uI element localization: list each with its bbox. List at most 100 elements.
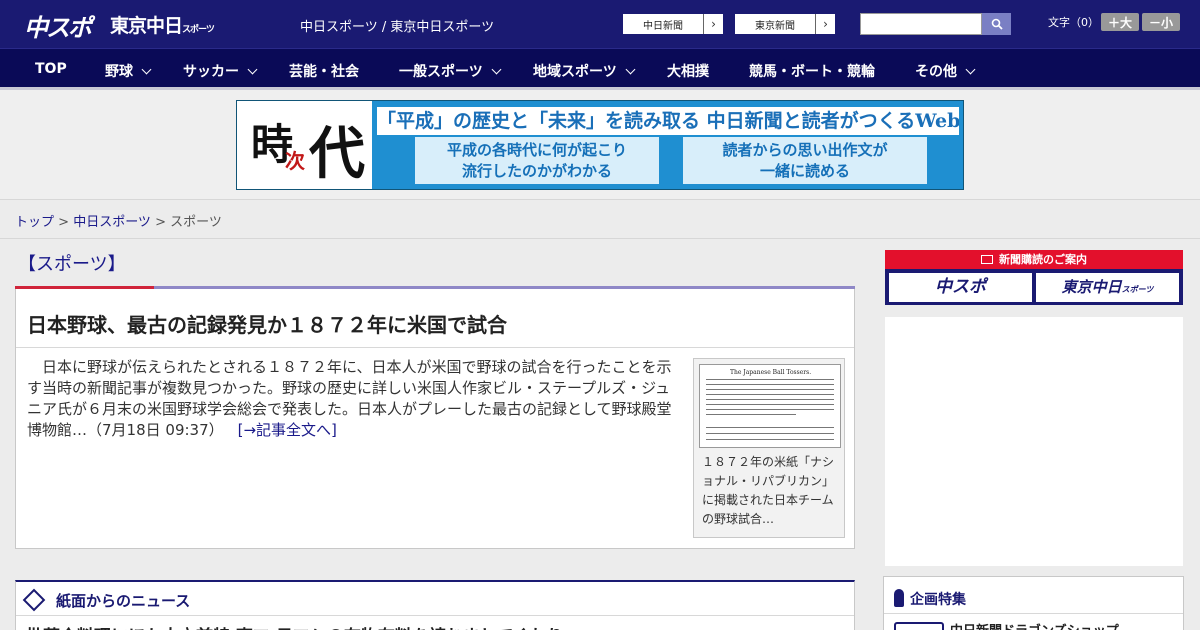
article-thumbnail[interactable]: The Japanese Ball Tossers. １８７２年の米紙「ナショナ… <box>693 358 845 538</box>
chevron-right-icon: › <box>815 14 835 34</box>
logo-dai: 代 <box>309 121 365 187</box>
nav-item-local-sports[interactable]: 地域スポーツ <box>533 61 636 81</box>
nav-label: 一般スポーツ <box>399 64 483 80</box>
ad-slot <box>885 317 1183 566</box>
chevron-down-icon <box>625 64 636 75</box>
chunichi-shinbun-button[interactable]: 中日新聞 › <box>622 13 724 35</box>
clipping-line <box>706 414 796 415</box>
search-button[interactable] <box>982 13 1011 35</box>
breadcrumb-separator: > <box>150 215 171 230</box>
banner-box-line: 流行したのかがわかる <box>461 162 612 180</box>
newspaper-clipping-image: The Japanese Ball Tossers. <box>699 364 841 448</box>
nav-item-entertainment[interactable]: 芸能・社会 <box>289 61 359 81</box>
nav-label: 大相撲 <box>667 64 709 80</box>
feature-thumbnail[interactable] <box>894 622 944 630</box>
breadcrumb: トップ > 中日スポーツ > スポーツ <box>15 211 222 230</box>
clipping-line <box>706 379 834 380</box>
clipping-line <box>706 394 834 395</box>
site-links[interactable]: 中日スポーツ / 東京中日スポーツ <box>300 16 494 35</box>
clipping-line <box>706 389 834 390</box>
clipping-line <box>706 433 834 434</box>
clipping-headline: The Japanese Ball Tossers. <box>730 369 812 376</box>
font-bigger-button[interactable]: ＋大 <box>1101 13 1139 31</box>
nav-item-soccer[interactable]: サッカー <box>183 61 258 81</box>
section-title: 【スポーツ】 <box>18 254 126 275</box>
site-header: 中スポ 東京中日スポーツ 中日スポーツ / 東京中日スポーツ 中日新聞 › 東京… <box>0 0 1200 48</box>
chevron-down-icon <box>491 64 502 75</box>
clipping-line <box>706 427 834 428</box>
chunichi-sports-subscribe-button[interactable]: 中スポ <box>889 273 1032 302</box>
nav-item-racing[interactable]: 競馬・ボート・競輪 <box>749 61 875 81</box>
clipping-line <box>706 409 834 410</box>
nav-label: サッカー <box>183 64 239 80</box>
logo-tsugi: 次 <box>285 149 305 173</box>
clipping-line <box>706 384 834 385</box>
search-input[interactable] <box>860 13 982 35</box>
chevron-down-icon <box>965 64 976 75</box>
nav-label: 競馬・ボート・競輪 <box>749 64 875 80</box>
main-nav: TOP 野球 サッカー 芸能・社会 一般スポーツ 地域スポーツ 大相撲 競馬・ボ… <box>0 48 1200 90</box>
nav-item-sumo[interactable]: 大相撲 <box>667 61 709 81</box>
banner-box-line: 一緒に読める <box>759 162 850 180</box>
divider <box>16 615 854 616</box>
chunichi-sports-logo[interactable]: 中スポ <box>24 8 92 42</box>
nav-item-baseball[interactable]: 野球 <box>105 61 152 81</box>
banner-box-memories: 読者からの思い出作文が 一緒に読める <box>683 137 927 184</box>
article-title[interactable]: 日本野球、最古の記録発見か１８７２年に米国で試合 <box>27 309 507 338</box>
read-more-link[interactable]: [→記事全文へ] <box>238 421 337 439</box>
feature-item-link[interactable]: 中日新聞ドラゴンズショップ <box>950 620 1119 630</box>
font-smaller-button[interactable]: －小 <box>1142 13 1180 31</box>
breadcrumb-home[interactable]: トップ <box>15 215 54 230</box>
nav-label: 芸能・社会 <box>289 64 359 80</box>
subscribe-label: 東京中日 <box>1061 278 1122 296</box>
clipping-line <box>706 439 834 440</box>
tokyo-logo-text: 東京中日 <box>110 15 183 37</box>
clipping-line <box>706 404 834 405</box>
divider <box>0 238 1200 239</box>
feature-header: 企画特集 <box>894 586 966 609</box>
subscribe-label-small: スポーツ <box>1121 285 1154 294</box>
print-news-section: 紙面からのニュース 批菜介料理にほか大立首特 東マ 日マシの有物有料を読むまして… <box>15 580 855 630</box>
divider <box>884 613 1183 614</box>
nav-item-general-sports[interactable]: 一般スポーツ <box>399 61 502 81</box>
subscription-title: 新聞購読のご案内 <box>999 253 1087 266</box>
tokyo-logo-small: スポーツ <box>182 25 215 35</box>
ribbon-icon <box>894 589 904 607</box>
chevron-down-icon <box>247 64 258 75</box>
jidai-logo: 時 次 代 <box>237 101 372 189</box>
breadcrumb-current: スポーツ <box>170 215 222 230</box>
search-icon <box>991 18 1003 30</box>
tokyo-shinbun-button[interactable]: 東京新聞 › <box>734 13 836 35</box>
nav-item-top[interactable]: TOP <box>35 61 67 77</box>
divider <box>16 347 854 348</box>
tokyo-chunichi-logo[interactable]: 東京中日スポーツ <box>110 11 215 41</box>
newspaper-icon <box>22 588 46 612</box>
thumbnail-caption: １８７２年の米紙「ナショナル・リパブリカン」に掲載された日本チームの野球試合… <box>702 455 835 526</box>
nav-item-other[interactable]: その他 <box>915 61 976 81</box>
feature-title: 企画特集 <box>910 592 966 608</box>
jidai-banner-ad[interactable]: 時 次 代 「平成」の歴史と「未来」を読み取る 中日新聞と読者がつくるWebサイ… <box>236 100 964 190</box>
banner-box-history: 平成の各時代に何が起こり 流行したのかがわかる <box>415 137 659 184</box>
ticket-icon <box>981 255 993 264</box>
banner-box-line: 読者からの思い出作文が <box>722 141 888 159</box>
banner-headline: 「平成」の歴史と「未来」を読み取る 中日新聞と読者がつくるWebサイト <box>377 107 959 135</box>
subscription-header: 新聞購読のご案内 <box>885 250 1183 269</box>
news-headline-link[interactable]: 批菜介料理にほか大立首特 東マ 日マシの有物有料を読むましてくれり <box>26 622 564 630</box>
clipping-line <box>706 399 834 400</box>
chevron-right-icon: › <box>703 14 723 34</box>
nav-label: 地域スポーツ <box>533 64 617 80</box>
nav-label: TOP <box>35 61 67 77</box>
breadcrumb-separator: > <box>54 215 74 230</box>
article-summary: 日本に野球が伝えられたとされる１８７２年に、日本人が米国で野球の試合を行ったこと… <box>27 357 685 441</box>
article-body-text: 日本に野球が伝えられたとされる１８７２年に、日本人が米国で野球の試合を行ったこと… <box>27 358 672 439</box>
nav-label: その他 <box>915 64 957 80</box>
news-section-title: 紙面からのニュース <box>56 592 191 610</box>
tokyo-shinbun-label: 東京新聞 <box>755 20 795 32</box>
tokyo-chunichi-subscribe-button[interactable]: 東京中日スポーツ <box>1036 273 1179 302</box>
chunichi-shinbun-label: 中日新聞 <box>643 20 683 32</box>
breadcrumb-parent[interactable]: 中日スポーツ <box>73 215 151 230</box>
article-card: 日本野球、最古の記録発見か１８７２年に米国で試合 日本に野球が伝えられたとされる… <box>15 289 855 549</box>
nav-label: 野球 <box>105 64 133 80</box>
news-section-header: 紙面からのニュース <box>22 588 191 612</box>
banner-box-line: 平成の各時代に何が起こり <box>446 141 627 159</box>
